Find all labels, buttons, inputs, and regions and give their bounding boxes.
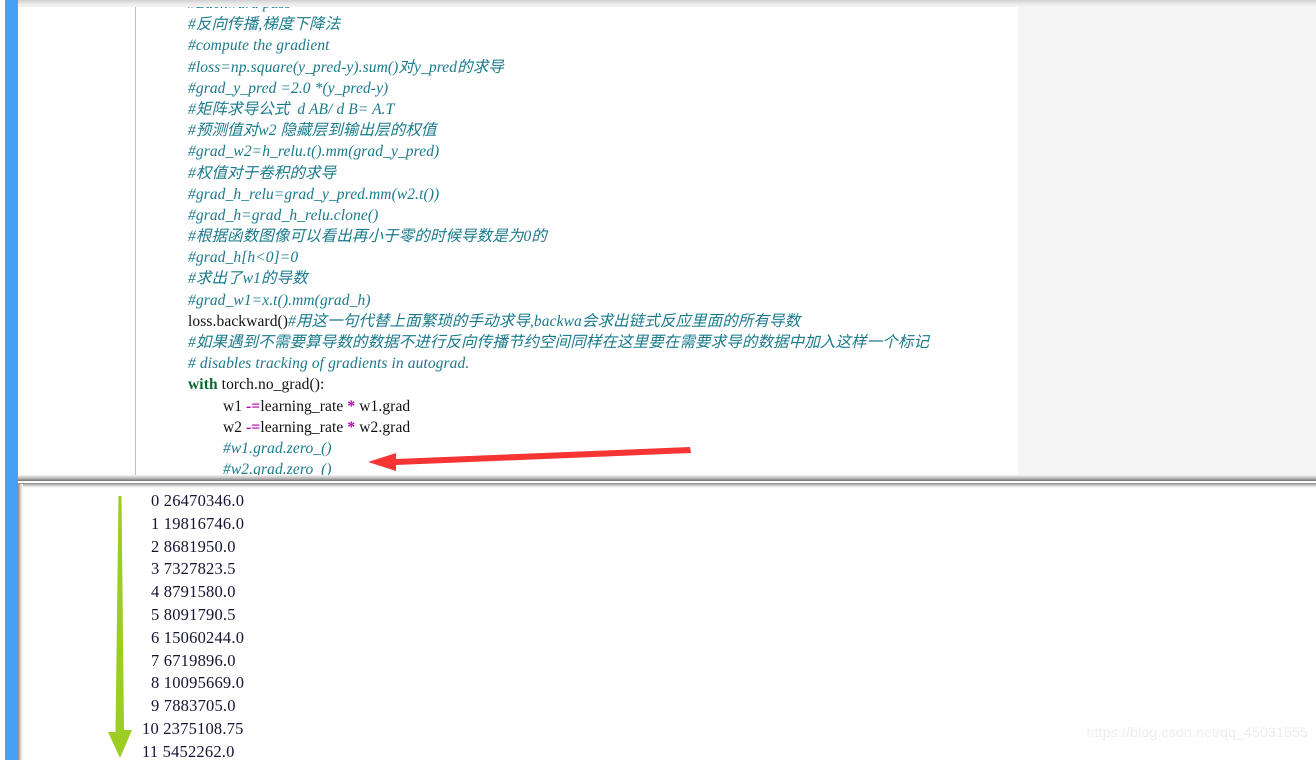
code-token: #grad_h_relu=grad_y_pred.mm(w2.t()): [188, 185, 440, 203]
code-token: -=: [246, 397, 261, 415]
code-token: #loss=np.square(y_pred-y).sum()对y_pred的求…: [188, 58, 504, 76]
output-value: 8791580.0: [163, 582, 236, 602]
output-index: 11: [142, 741, 159, 760]
console-output-row: 11 5452262.0: [142, 741, 244, 760]
code-token: #矩阵求导公式 d AB/ d B= A.T: [188, 100, 395, 118]
code-token: #预测值对w2 隐藏层到输出层的权值: [188, 122, 437, 140]
code-line: #预测值对w2 隐藏层到输出层的权值: [188, 120, 1088, 141]
code-line: loss.backward()#用这一句代替上面繁琐的手动求导,backwa会求…: [188, 311, 1088, 332]
output-index: 1: [151, 513, 160, 533]
output-value: 5452262.0: [162, 741, 235, 760]
output-index: 3: [151, 559, 160, 579]
output-index: 5: [151, 604, 160, 624]
output-value: 26470346.0: [163, 491, 245, 510]
editor-bottom-edge: [18, 475, 1316, 481]
console-output-row: 3 7327823.5: [142, 558, 244, 581]
code-token: torch.no_grad():: [217, 376, 325, 394]
code-token: #grad_h=grad_h_relu.clone(): [188, 206, 379, 224]
code-line: #grad_h[h<0]=0: [188, 247, 1088, 268]
code-token: loss.backward(): [188, 312, 289, 330]
console-output-row: 6 15060244.0: [142, 627, 244, 650]
code-line: #w1.grad.zero_(): [188, 438, 1088, 459]
output-index: 0: [151, 491, 160, 510]
code-line: #矩阵求导公式 d AB/ d B= A.T: [188, 99, 1088, 120]
code-token: #w1.grad.zero_(): [223, 439, 332, 457]
output-index: 7: [151, 650, 160, 670]
code-token: learning_rate: [260, 397, 348, 415]
output-index: 4: [151, 582, 160, 602]
code-token: #grad_y_pred =2.0 *(y_pred-y): [188, 79, 389, 97]
code-token: #grad_h[h<0]=0: [188, 249, 299, 267]
code-token: #求出了w1的导数: [188, 270, 308, 288]
console-output-row: 0 26470346.0: [142, 490, 244, 513]
console-output-row: 7 6719896.0: [142, 650, 244, 673]
output-value: 8091790.5: [163, 604, 236, 624]
console-output-row: 5 8091790.5: [142, 604, 244, 627]
output-index: 9: [151, 696, 160, 716]
output-value: 6719896.0: [163, 650, 236, 670]
output-value: 19816746.0: [163, 513, 245, 533]
code-token: # disables tracking of gradients in auto…: [188, 355, 470, 373]
console-output-row: 1 19816746.0: [142, 513, 244, 536]
code-token: w1: [223, 397, 247, 415]
editor-gutter-divider: [135, 5, 136, 475]
output-value: 15060244.0: [163, 627, 245, 647]
code-token: w2.grad: [355, 418, 411, 436]
code-line: w1 -=learning_rate * w1.grad: [188, 396, 1088, 417]
code-line: #如果遇到不需要算导数的数据不进行反向传播节约空间同样在这里要在需要求导的数据中…: [188, 332, 1088, 353]
output-value: 8681950.0: [163, 536, 236, 556]
console-output-row: 2 8681950.0: [142, 536, 244, 559]
code-token: #grad_w1=x.t().mm(grad_h): [188, 291, 371, 309]
code-line: #compute the gradient: [188, 35, 1088, 56]
code-token: #grad_w2=h_relu.t().mm(grad_y_pred): [188, 143, 440, 161]
console-top-edge: [19, 484, 1316, 488]
code-line: #grad_w1=x.t().mm(grad_h): [188, 290, 1088, 311]
left-accent-bar: [5, 0, 18, 760]
output-index: 10: [142, 718, 159, 738]
code-line: with torch.no_grad():: [188, 374, 1088, 395]
code-line: #grad_h=grad_h_relu.clone(): [188, 205, 1088, 226]
code-line: #grad_h_relu=grad_y_pred.mm(w2.t()): [188, 184, 1088, 205]
code-token: -=: [246, 418, 261, 436]
output-value: 10095669.0: [163, 673, 245, 693]
console-output-row: 9 7883705.0: [142, 695, 244, 718]
code-token: #反向传播,梯度下降法: [188, 16, 341, 34]
code-line: #grad_y_pred =2.0 *(y_pred-y): [188, 78, 1088, 99]
code-token: #根据函数图像可以看出再小于零的时候导数是为0的: [188, 228, 547, 246]
code-token: learning_rate: [260, 418, 348, 436]
code-token: w1.grad: [355, 397, 411, 415]
code-token: #compute the gradient: [188, 37, 330, 55]
code-line: # disables tracking of gradients in auto…: [188, 353, 1088, 374]
output-value: 2375108.75: [163, 718, 244, 738]
console-left-edge: [19, 484, 23, 760]
code-token: #用这一句代替上面繁琐的手动求导,backwa会求出链式反应里面的所有导数: [288, 312, 801, 330]
code-token: with: [188, 376, 218, 394]
watermark-text: https://blog.csdn.net/qq_45031555: [1086, 724, 1308, 740]
code-line: #权值对于卷积的求导: [188, 163, 1088, 184]
code-line: #反向传播,梯度下降法: [188, 14, 1088, 35]
output-value: 7327823.5: [163, 559, 236, 579]
code-token: w2: [223, 418, 247, 436]
output-value: 7883705.0: [163, 696, 236, 716]
console-output-row: 8 10095669.0: [142, 672, 244, 695]
editor-top-edge: [18, 0, 1316, 7]
console-output-row: 4 8791580.0: [142, 581, 244, 604]
output-index: 2: [151, 536, 160, 556]
console-output-pane[interactable]: 0 26470346.0 1 19816746.0 2 8681950.0 3 732…: [18, 483, 1316, 760]
code-line: #loss=np.square(y_pred-y).sum()对y_pred的求…: [188, 57, 1088, 78]
code-line: #求出了w1的导数: [188, 268, 1088, 289]
output-index: 8: [151, 673, 160, 693]
code-token: #权值对于卷积的求导: [188, 164, 337, 182]
console-output-row: 10 2375108.75: [142, 718, 244, 741]
code-line: w2 -=learning_rate * w2.grad: [188, 417, 1088, 438]
code-text-area[interactable]: #Backward pass#反向传播,梯度下降法#compute the gr…: [188, 0, 1088, 480]
screenshot-root: #Backward pass#反向传播,梯度下降法#compute the gr…: [0, 0, 1316, 760]
output-index: 6: [151, 627, 160, 647]
code-line: #grad_w2=h_relu.t().mm(grad_y_pred): [188, 141, 1088, 162]
code-line: #根据函数图像可以看出再小于零的时候导数是为0的: [188, 226, 1088, 247]
code-token: #如果遇到不需要算导数的数据不进行反向传播节约空间同样在这里要在需要求导的数据中…: [188, 334, 930, 351]
code-editor-pane[interactable]: #Backward pass#反向传播,梯度下降法#compute the gr…: [18, 0, 1316, 481]
console-text-area[interactable]: 0 26470346.0 1 19816746.0 2 8681950.0 3 732…: [142, 490, 244, 760]
